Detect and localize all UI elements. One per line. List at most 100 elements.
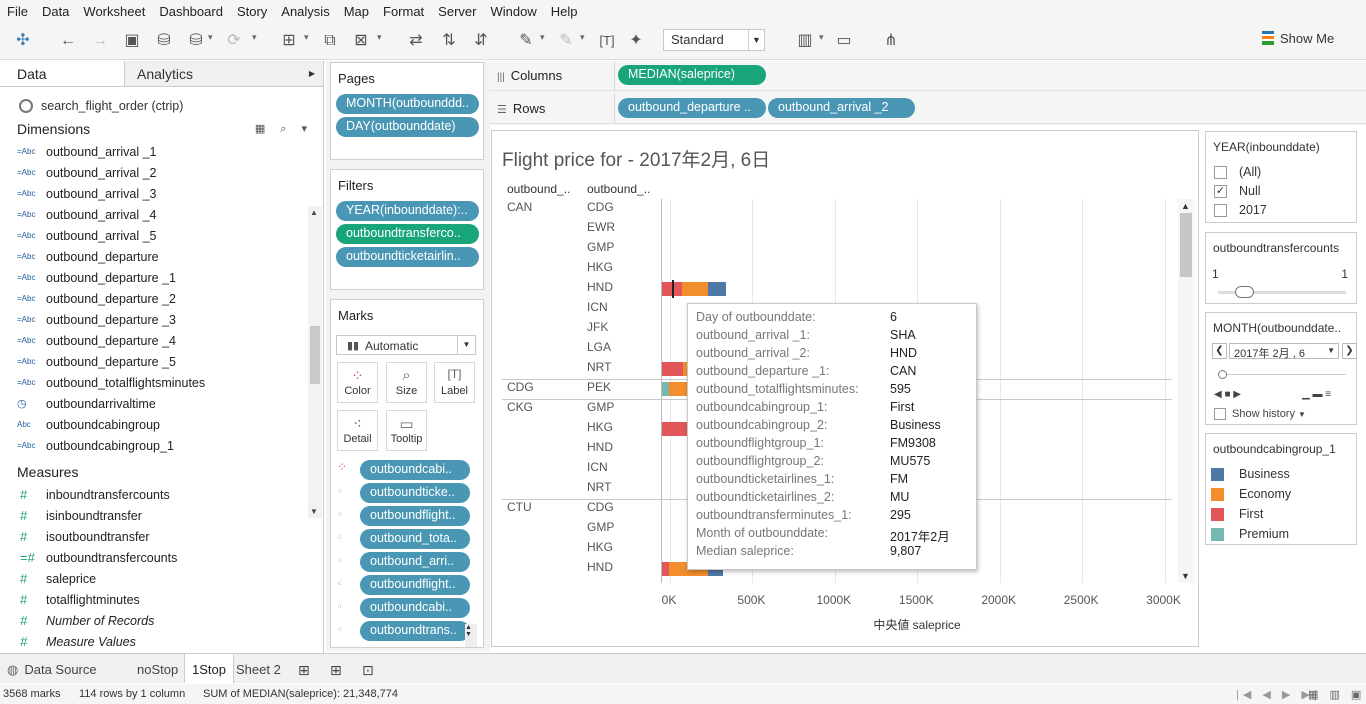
measure-field[interactable]: # inboundtransfercounts xyxy=(0,484,323,505)
sheet-tab-nostop[interactable]: noStop xyxy=(130,654,185,683)
arrival-label[interactable]: NRT xyxy=(587,480,611,494)
show-history-toggle[interactable]: Show history ▼ xyxy=(1214,408,1306,420)
menu-story[interactable]: Story xyxy=(230,4,274,19)
dimension-field[interactable]: =Abc outbound_departure xyxy=(0,246,323,267)
marks-pill[interactable]: outboundcabi.. xyxy=(360,460,470,480)
chevron-down-icon[interactable]: ▾ xyxy=(819,32,824,43)
tab-data[interactable]: Data xyxy=(0,61,124,86)
dimension-field[interactable]: =Abc outboundcabingroup_1 xyxy=(0,435,323,456)
share-icon[interactable]: ⋔ xyxy=(880,30,902,52)
legend-item[interactable]: Economy xyxy=(1211,487,1291,501)
departure-label[interactable]: CAN xyxy=(507,200,532,214)
marks-scrollbar[interactable]: ▲ ▼ xyxy=(465,624,477,647)
show-labels-icon[interactable]: [T] xyxy=(596,30,618,52)
departure-label[interactable]: CDG xyxy=(507,380,534,394)
measure-field[interactable]: # saleprice xyxy=(0,568,323,589)
filter-pill[interactable]: YEAR(inbounddate):.. xyxy=(336,201,479,221)
rows-pill[interactable]: outbound_arrival _2 xyxy=(768,98,915,118)
arrival-label[interactable]: HND xyxy=(587,280,613,294)
dimension-field[interactable]: =Abc outbound_arrival _2 xyxy=(0,162,323,183)
marks-pill[interactable]: outboundtrans.. xyxy=(360,621,470,641)
legend-item[interactable]: Premium xyxy=(1211,527,1289,541)
highlight-icon[interactable]: ✎ xyxy=(515,30,537,52)
refresh-icon[interactable]: ⟳ xyxy=(223,30,245,52)
undo-icon[interactable]: ← xyxy=(57,30,79,52)
measure-field[interactable]: # Number of Records xyxy=(0,610,323,631)
menu-help[interactable]: Help xyxy=(544,4,585,19)
scroll-up-icon[interactable]: ▲ xyxy=(310,208,318,217)
scroll-down-icon[interactable]: ▼ xyxy=(465,631,477,638)
checkbox[interactable]: ✓ xyxy=(1214,184,1227,198)
sort-descending-icon[interactable]: ⇵ xyxy=(470,30,492,52)
bar-segment[interactable] xyxy=(662,382,669,396)
show-cards-icon[interactable]: ▥ xyxy=(794,30,816,52)
color-button[interactable]: ⁘ Color xyxy=(337,362,378,403)
measure-field[interactable]: =# outboundtransfercounts xyxy=(0,547,323,568)
tooltip-button[interactable]: ▭ Tooltip xyxy=(386,410,427,451)
datasource-item[interactable]: search_flight_order (ctrip) xyxy=(0,87,323,117)
dimension-field[interactable]: ◷ outboundarrivaltime xyxy=(0,393,323,414)
menu-analysis[interactable]: Analysis xyxy=(274,4,336,19)
menu-dashboard[interactable]: Dashboard xyxy=(152,4,230,19)
chevron-down-icon[interactable]: ▾ xyxy=(208,32,213,43)
new-dashboard-icon[interactable]: ⊞ xyxy=(323,654,349,683)
columns-pill[interactable]: MEDIAN(saleprice) xyxy=(618,65,766,85)
chevron-down-icon[interactable]: ▾ xyxy=(540,32,545,43)
scroll-up-icon[interactable]: ▲ xyxy=(1181,201,1190,211)
dimension-field[interactable]: =Abc outbound_totalflightsminutes xyxy=(0,372,323,393)
chevron-down-icon[interactable]: ▾ xyxy=(304,32,309,43)
duplicate-sheet-icon[interactable]: ⧉ xyxy=(319,30,341,52)
playback-speed-icon[interactable]: ▁ ▬ ≡ xyxy=(1302,389,1331,400)
arrival-label[interactable]: PEK xyxy=(587,380,611,394)
arrival-label[interactable]: GMP xyxy=(587,520,614,534)
arrival-label[interactable]: ICN xyxy=(587,300,608,314)
year-filter-option[interactable]: ✓ Null xyxy=(1214,184,1261,198)
dimension-field[interactable]: =Abc outbound_departure _2 xyxy=(0,288,323,309)
dimension-field[interactable]: =Abc outbound_departure _1 xyxy=(0,267,323,288)
show-history-checkbox[interactable] xyxy=(1214,408,1226,420)
measure-field[interactable]: # isoutboundtransfer xyxy=(0,526,323,547)
arrival-label[interactable]: JFK xyxy=(587,320,608,334)
menu-data[interactable]: Data xyxy=(35,4,76,19)
departure-label[interactable]: CTU xyxy=(507,500,532,514)
sheet-tab-sheet2[interactable]: Sheet 2 xyxy=(229,654,288,683)
size-button[interactable]: ⌕ Size xyxy=(386,362,427,403)
filter-pill[interactable]: outboundtransferco.. xyxy=(336,224,479,244)
scroll-thumb[interactable] xyxy=(310,326,320,384)
save-icon[interactable]: ▣ xyxy=(121,30,143,52)
tableau-logo-icon[interactable]: ✣ xyxy=(12,30,34,52)
arrival-label[interactable]: GMP xyxy=(587,240,614,254)
rows-shelf[interactable]: ☰ Rows outbound_departure .. outbound_arr… xyxy=(490,94,1366,124)
year-filter-option[interactable]: (All) xyxy=(1214,165,1261,179)
scroll-thumb[interactable] xyxy=(1180,213,1192,277)
scroll-down-icon[interactable]: ▼ xyxy=(1181,571,1190,581)
measure-field[interactable]: # isinboundtransfer xyxy=(0,505,323,526)
dimension-field[interactable]: =Abc outbound_arrival _3 xyxy=(0,183,323,204)
swap-rows-columns-icon[interactable]: ⇄ xyxy=(405,30,427,52)
bar-segment[interactable] xyxy=(708,282,727,296)
sheet-tab-1stop[interactable]: 1Stop xyxy=(184,654,234,683)
menu-format[interactable]: Format xyxy=(376,4,431,19)
arrival-label[interactable]: CDG xyxy=(587,500,614,514)
arrival-label[interactable]: LGA xyxy=(587,340,611,354)
next-page-button[interactable]: ❯ xyxy=(1342,343,1357,359)
pages-pill[interactable]: MONTH(outbounddd.. xyxy=(336,94,479,114)
new-worksheet-icon[interactable]: ⊞ xyxy=(291,654,317,683)
dimension-field[interactable]: Abc outboundcabingroup xyxy=(0,414,323,435)
chevron-down-icon[interactable]: ▾ xyxy=(580,32,585,43)
rows-pill[interactable]: outbound_departure .. xyxy=(618,98,766,118)
dimension-field[interactable]: =Abc outbound_departure _4 xyxy=(0,330,323,351)
arrival-label[interactable]: HKG xyxy=(587,540,613,554)
year-filter-option[interactable]: 2017 xyxy=(1214,203,1267,217)
dimensions-tools[interactable]: ▦ ⌕ ▾ xyxy=(255,122,313,136)
checkbox[interactable] xyxy=(1214,203,1227,217)
view-mode-icons[interactable]: ▦ ▥ ▣ xyxy=(1308,688,1365,701)
bar-segment[interactable] xyxy=(668,382,689,396)
arrival-label[interactable]: NRT xyxy=(587,360,611,374)
scroll-down-icon[interactable]: ▼ xyxy=(310,507,318,516)
fit-select[interactable]: Standard ▼ xyxy=(663,29,765,51)
arrival-label[interactable]: HND xyxy=(587,440,613,454)
dimension-field[interactable]: =Abc outbound_arrival _5 xyxy=(0,225,323,246)
menu-server[interactable]: Server xyxy=(431,4,483,19)
measure-field[interactable]: # Measure Values xyxy=(0,631,323,652)
